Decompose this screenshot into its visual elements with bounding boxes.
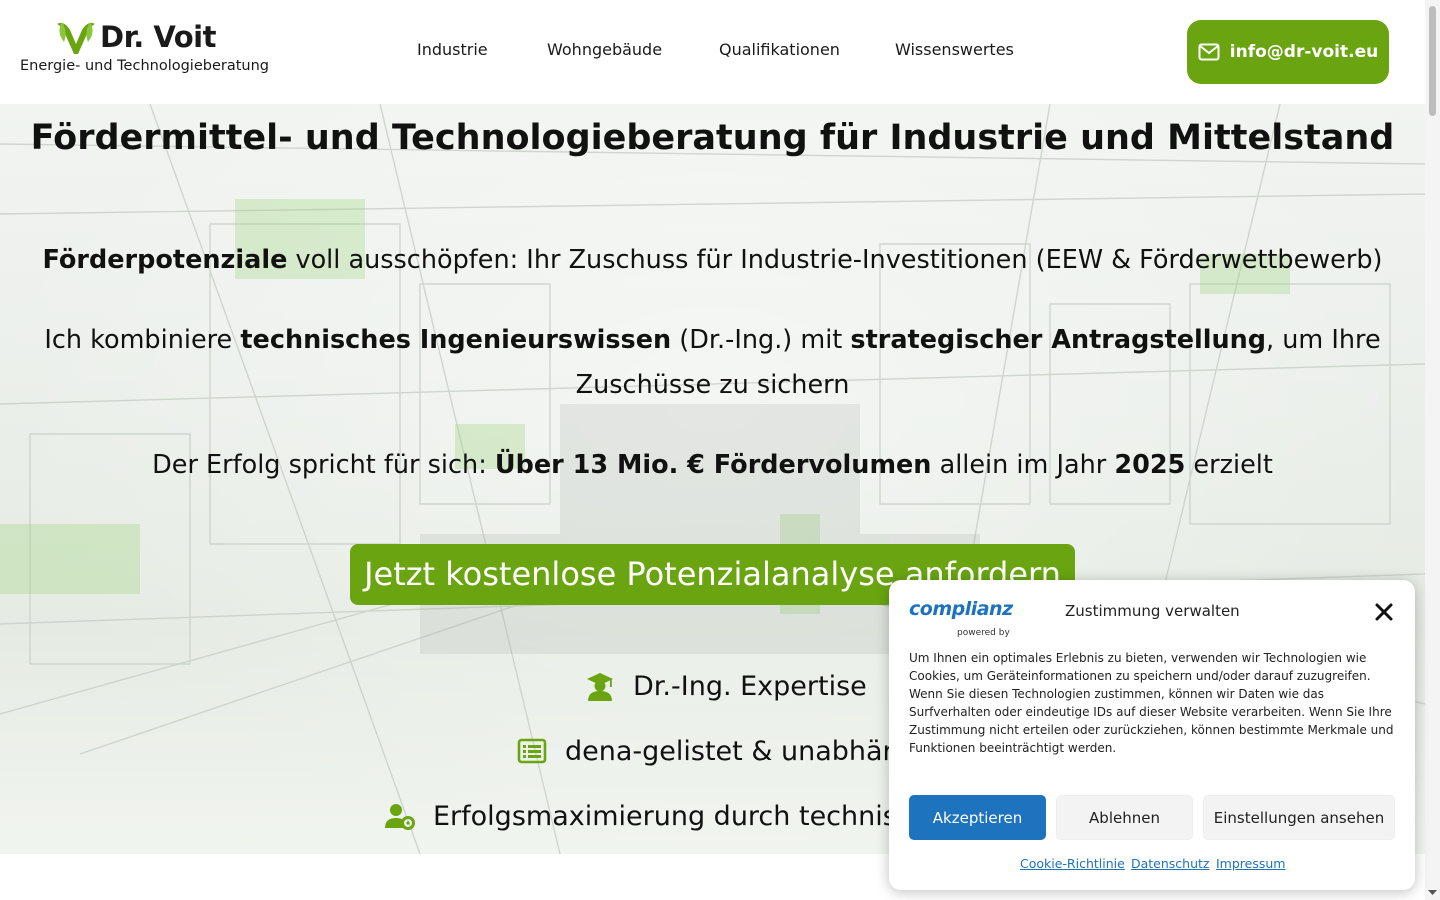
feature-label: dena-gelistet & unabhängig: [565, 735, 942, 767]
graduate-icon: [587, 673, 613, 701]
hero-subline-success-t1: Der Erfolg spricht für sich:: [152, 450, 495, 480]
logo-name: Dr. Voit: [100, 20, 216, 54]
email-contact-button[interactable]: info@dr-voit.eu: [1187, 20, 1389, 84]
hero-subline-success-b2: 2025: [1114, 450, 1186, 480]
view-preferences-button[interactable]: Einstellungen ansehen: [1203, 795, 1395, 840]
complianz-logo-text: complianz: [909, 598, 1013, 620]
page-scrollbar[interactable]: [1425, 0, 1440, 900]
deny-button[interactable]: Ablehnen: [1056, 795, 1193, 840]
envelope-icon: [1198, 43, 1220, 61]
hero-subline-expertise-b2: strategischer Antragstellung: [850, 325, 1267, 355]
hero-subline-expertise: Ich kombiniere technisches Ingenieurswis…: [0, 318, 1425, 408]
feature-label: Dr.-Ing. Expertise: [633, 670, 867, 702]
close-icon[interactable]: [1372, 600, 1396, 624]
nav-item-industrie[interactable]: Industrie: [417, 40, 488, 59]
imprint-link[interactable]: Impressum: [1216, 856, 1285, 871]
list-icon: [517, 738, 547, 764]
cookie-consent-dialog: complianz powered by Zustimmung verwalte…: [889, 580, 1415, 890]
logo-tagline: Energie- und Technologieberatung: [20, 58, 269, 74]
scrollbar-thumb[interactable]: [1429, 6, 1436, 116]
hero-subline-success-t2: allein im Jahr: [931, 450, 1115, 480]
consent-text: Um Ihnen ein optimales Erlebnis zu biete…: [909, 651, 1394, 755]
consent-title: Zustimmung verwalten: [1065, 602, 1240, 620]
complianz-logo: complianz powered by: [909, 598, 1013, 638]
hero-subline-expertise-t1: Ich kombiniere: [44, 325, 241, 355]
user-cog-icon: [385, 804, 415, 830]
logo-leaf-icon: [57, 22, 95, 54]
scroll-down-arrow-icon[interactable]: [1428, 888, 1437, 897]
hero-subline-success-b1: Über 13 Mio. € Fördervolumen: [494, 450, 932, 480]
accept-button[interactable]: Akzeptieren: [909, 795, 1046, 840]
complianz-logo-sub: powered by: [957, 628, 1010, 638]
hero-subline-funding: Förderpotenziale voll ausschöpfen: Ihr Z…: [0, 238, 1425, 283]
privacy-link[interactable]: Datenschutz: [1131, 856, 1210, 871]
email-label: info@dr-voit.eu: [1229, 42, 1379, 62]
hero-subline-expertise-t2: (Dr.-Ing.) mit: [671, 325, 851, 355]
hero-subline-funding-text: voll ausschöpfen: Ihr Zuschuss für Indus…: [287, 245, 1383, 275]
hero-subline-success: Der Erfolg spricht für sich: Über 13 Mio…: [0, 443, 1425, 488]
nav-item-wohngebaeude[interactable]: Wohngebäude: [547, 40, 662, 59]
nav-item-wissenswertes[interactable]: Wissenswertes: [895, 40, 1014, 59]
cookie-policy-link[interactable]: Cookie-Richtlinie: [1020, 856, 1125, 871]
nav-item-qualifikationen[interactable]: Qualifikationen: [719, 40, 840, 59]
hero-title: Fördermittel- und Technologieberatung fü…: [30, 118, 1395, 158]
feature-item-dena: dena-gelistet & unabhängig: [517, 731, 941, 771]
hero-subline-expertise-b1: technisches Ingenieurswissen: [240, 325, 672, 355]
site-header: Dr. Voit Energie- und Technologieberatun…: [0, 0, 1425, 104]
feature-item-expertise: Dr.-Ing. Expertise: [585, 666, 867, 706]
hero-subline-funding-bold: Förderpotenziale: [42, 245, 288, 275]
hero-subline-success-t3: erzielt: [1185, 450, 1273, 480]
site-logo[interactable]: Dr. Voit Energie- und Technologieberatun…: [20, 18, 269, 80]
